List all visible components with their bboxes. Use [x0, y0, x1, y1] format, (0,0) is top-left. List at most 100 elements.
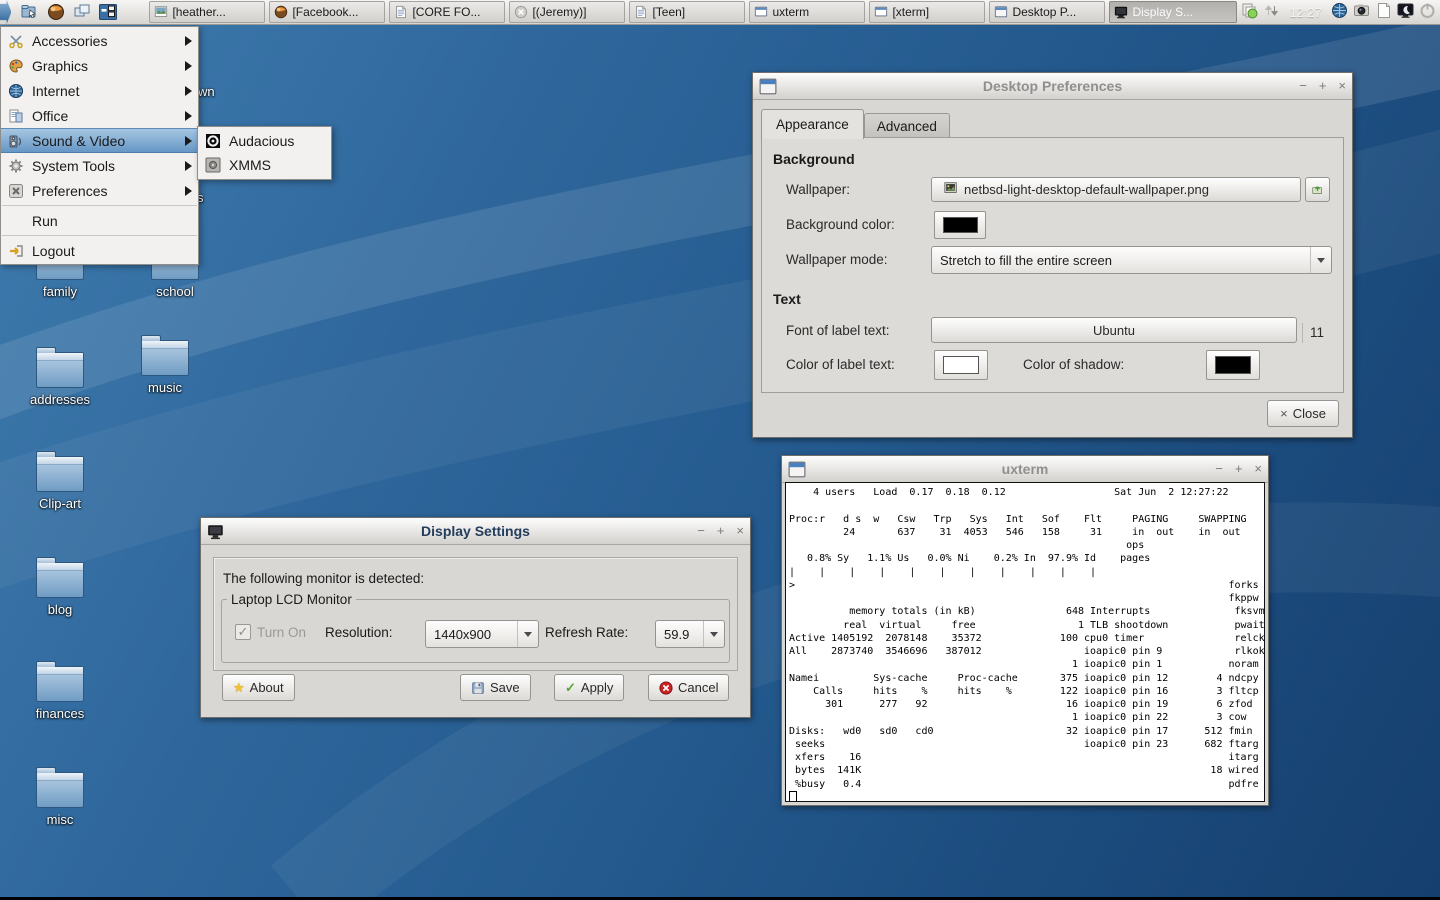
apply-button[interactable]: ✓Apply	[554, 674, 624, 701]
monitor-moon-icon[interactable]	[1397, 2, 1414, 22]
taskbar-button[interactable]: [heather...	[149, 1, 265, 23]
logout-icon	[7, 242, 24, 259]
desktop-folder-music[interactable]: music	[119, 340, 211, 395]
close-button[interactable]: ×	[1254, 456, 1262, 482]
taskbar-button[interactable]: [xterm]	[869, 1, 985, 23]
menu-item-office[interactable]: Office	[1, 103, 198, 128]
close-button[interactable]: ×	[1338, 73, 1346, 99]
terminal-output[interactable]: 4 users Load 0.17 0.18 0.12 Sat Jun 2 12…	[785, 482, 1265, 802]
web-browser-icon[interactable]	[45, 2, 67, 22]
background-color-swatch[interactable]	[934, 211, 986, 239]
cancel-button[interactable]: Cancel	[648, 674, 729, 701]
prefs-icon	[7, 182, 24, 199]
turn-on-checkbox[interactable]: ✓	[235, 624, 251, 640]
maximize-button[interactable]: +	[1235, 456, 1243, 482]
dp-close-button[interactable]: × Close	[1267, 400, 1339, 427]
desktop-folder-addresses[interactable]: addresses	[14, 352, 106, 407]
menu-item-sound-video[interactable]: Sound & Video	[1, 128, 198, 153]
refresh-rate-dropdown[interactable]: 59.9	[655, 620, 725, 648]
folder-icon	[36, 352, 84, 388]
taskbar-button[interactable]: Display S...	[1109, 1, 1237, 23]
close-button[interactable]: ×	[736, 518, 744, 544]
minimize-button[interactable]: −	[697, 518, 705, 544]
taskbar-button[interactable]: [Teen]	[629, 1, 745, 23]
terminal-line	[789, 499, 1264, 512]
save-button[interactable]: Save	[460, 674, 531, 701]
globe-blue-icon[interactable]	[1331, 2, 1348, 22]
desktop: { "taskbar": { "quick_launch": [ {"name"…	[0, 0, 1440, 900]
menu-item-internet[interactable]: Internet	[1, 78, 198, 103]
taskbar: [heather...[Facebook...[CORE FO...[(Jere…	[0, 0, 1440, 25]
pager-icon[interactable]	[97, 2, 119, 22]
maximize-button[interactable]: +	[1319, 73, 1327, 99]
uxterm-window-controls: − + ×	[1215, 456, 1262, 482]
font-label: Font of label text:	[786, 323, 890, 338]
font-size-value[interactable]: 11	[1302, 323, 1331, 343]
dp-titlebar[interactable]: Desktop Preferences − + ×	[753, 73, 1352, 100]
menu-item-preferences[interactable]: Preferences	[1, 178, 198, 203]
globe_blue-icon	[7, 82, 24, 99]
window-display-settings: Display Settings − + × The following mon…	[200, 517, 751, 718]
system-tray: 12:27	[1241, 2, 1440, 22]
menu-item-system-tools[interactable]: System Tools	[1, 153, 198, 178]
menu-item-run[interactable]: Run	[1, 208, 198, 233]
ds-titlebar[interactable]: Display Settings − + ×	[201, 518, 750, 545]
dropdown-arrow-icon	[703, 621, 724, 647]
submenu-item-xmms[interactable]: XMMS	[198, 153, 331, 177]
menu-separator	[2, 205, 197, 206]
terminal-line: All 2873740 3546696 387012 ioapic0 pin 9…	[789, 645, 1264, 658]
camera-icon[interactable]	[1353, 2, 1370, 22]
menu-item-accessories[interactable]: Accessories	[1, 28, 198, 53]
taskbar-window-buttons: [heather...[Facebook...[CORE FO...[(Jere…	[149, 1, 1241, 23]
submenu-arrow-icon	[185, 61, 192, 71]
folder-icon	[36, 666, 84, 702]
scissors-icon	[7, 32, 24, 49]
minimize-button[interactable]: −	[1215, 456, 1223, 482]
about-button[interactable]: ★About	[222, 674, 295, 701]
tab-appearance[interactable]: Appearance	[761, 109, 864, 139]
clipboard-green-icon[interactable]	[1241, 2, 1258, 22]
background-color-label: Background color:	[786, 217, 895, 232]
taskbar-button[interactable]: [(Jeremy)]	[509, 1, 625, 23]
font-button[interactable]: Ubuntu	[931, 317, 1297, 343]
maximize-button[interactable]: +	[717, 518, 725, 544]
gear-icon	[7, 157, 24, 174]
menu-item-graphics[interactable]: Graphics	[1, 53, 198, 78]
palette-icon	[7, 57, 24, 74]
taskbar-button[interactable]: Desktop P...	[989, 1, 1105, 23]
tab-advanced[interactable]: Advanced	[864, 113, 950, 139]
iconify-all-icon[interactable]	[71, 2, 93, 22]
resolution-value: 1440x900	[426, 627, 517, 642]
label-color-swatch[interactable]	[934, 350, 988, 380]
uxterm-titlebar[interactable]: uxterm − + ×	[782, 456, 1268, 483]
terminal-line: xfers 16 itarg	[789, 751, 1264, 764]
clock: 12:27	[1289, 5, 1322, 20]
label-color-label: Color of label text:	[786, 357, 895, 372]
app-menu-launcher-icon[interactable]	[0, 0, 11, 24]
submenu-item-audacious[interactable]: Audacious	[198, 129, 331, 153]
power-icon[interactable]	[1419, 2, 1436, 22]
app-menu: AccessoriesGraphicsInternetOfficeSound &…	[0, 26, 199, 265]
minimize-button[interactable]: −	[1299, 73, 1307, 99]
browse-wallpaper-button[interactable]	[1305, 177, 1330, 202]
sound-icon	[7, 132, 24, 149]
resolution-dropdown[interactable]: 1440x900	[425, 620, 539, 648]
sheet-icon[interactable]	[1375, 2, 1392, 22]
taskbar-button[interactable]: [CORE FO...	[389, 1, 505, 23]
refresh-rate-label: Refresh Rate:	[545, 625, 628, 640]
taskbar-button[interactable]: [Facebook...	[269, 1, 385, 23]
updown-icon[interactable]	[1263, 2, 1280, 22]
desktop-folder-blog[interactable]: blog	[14, 562, 106, 617]
file-manager-icon[interactable]	[19, 2, 41, 22]
window-icon	[788, 461, 806, 477]
desktop-folder-misc[interactable]: misc	[14, 772, 106, 827]
wallpaper-file-button[interactable]: netbsd-light-desktop-default-wallpaper.p…	[931, 177, 1301, 202]
shadow-color-swatch[interactable]	[1206, 350, 1260, 380]
menu-item-logout[interactable]: Logout	[1, 238, 198, 263]
refresh-rate-value: 59.9	[656, 627, 703, 642]
desktop-folder-clip-art[interactable]: Clip-art	[14, 456, 106, 511]
wallpaper-mode-dropdown[interactable]: Stretch to fill the entire screen	[931, 246, 1332, 274]
text-section-heading: Text	[773, 291, 801, 307]
desktop-folder-finances[interactable]: finances	[14, 666, 106, 721]
taskbar-button[interactable]: uxterm	[749, 1, 865, 23]
